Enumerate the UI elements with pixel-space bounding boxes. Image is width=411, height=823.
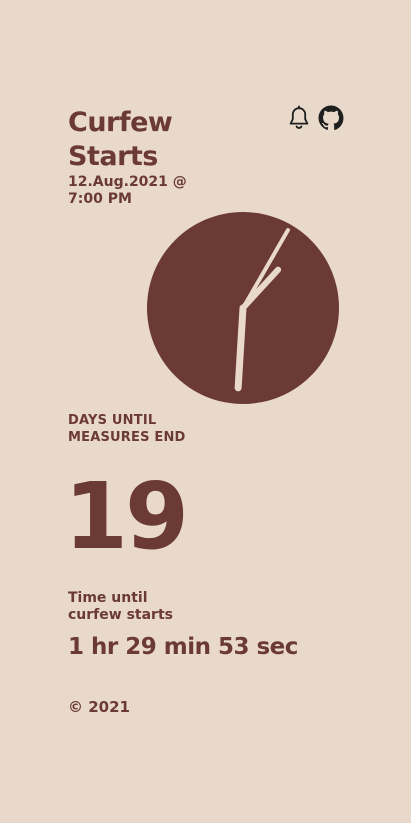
header-actions bbox=[287, 105, 347, 135]
github-icon[interactable] bbox=[318, 105, 344, 135]
clock-hour-hand bbox=[234, 304, 247, 392]
analog-clock bbox=[147, 212, 339, 404]
days-until-value: 19 bbox=[64, 463, 189, 570]
bell-icon[interactable] bbox=[287, 105, 311, 135]
days-until-label: DAYS UNTIL MEASURES END bbox=[68, 413, 186, 445]
curfew-date: 12.Aug.2021 @ 7:00 PM bbox=[68, 174, 187, 207]
time-until-label: Time until curfew starts bbox=[68, 590, 173, 623]
time-until-value: 1 hr 29 min 53 sec bbox=[68, 634, 298, 660]
copyright: © 2021 bbox=[68, 698, 130, 716]
page-title: Curfew Starts bbox=[68, 107, 173, 172]
